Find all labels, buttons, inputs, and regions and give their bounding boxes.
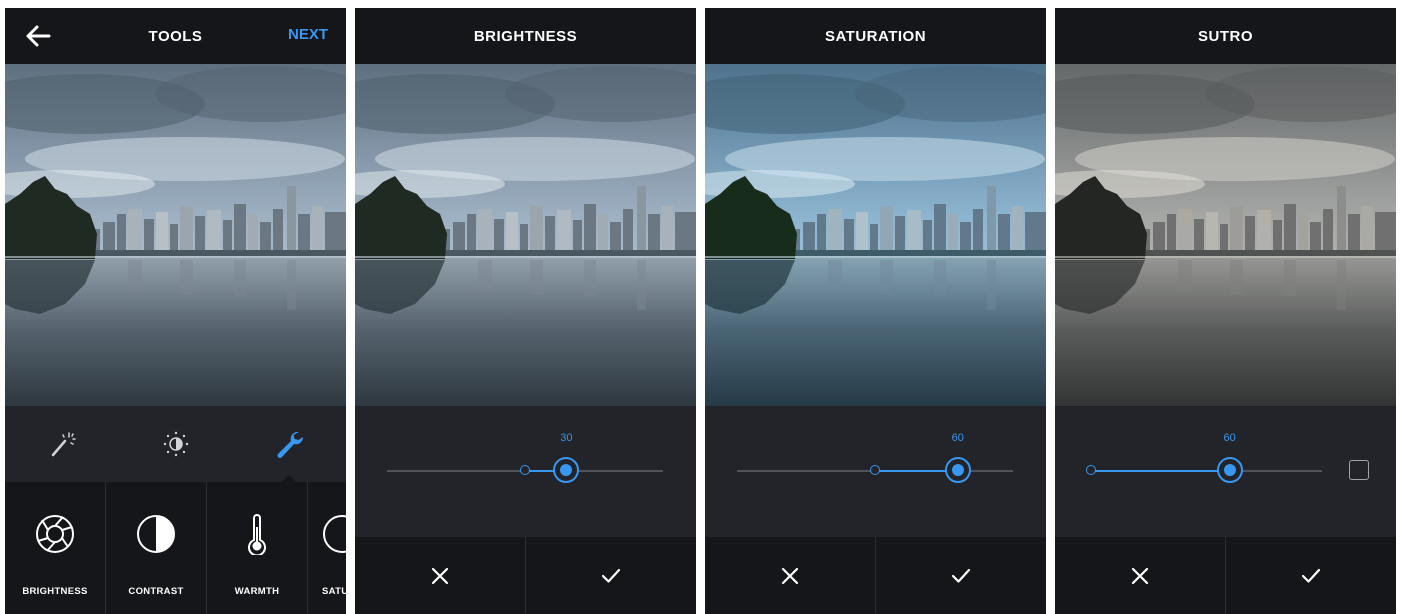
photo-preview [5, 64, 346, 406]
tab-adjust[interactable] [119, 406, 233, 482]
tool-label: SATU [322, 586, 346, 597]
action-bar [705, 537, 1046, 614]
photo-preview [1055, 64, 1396, 406]
brightness-screen: BRIGHTNESS 30 [355, 8, 696, 614]
filter-strength-slider[interactable]: 60 [1055, 406, 1396, 537]
brightness-slider[interactable]: 30 [355, 406, 696, 537]
wrench-icon [277, 431, 304, 458]
square-frame-icon[interactable] [1349, 460, 1369, 480]
tab-tools[interactable] [232, 406, 346, 482]
check-icon [601, 568, 621, 583]
confirm-button[interactable] [1225, 537, 1396, 614]
screen-title: BRIGHTNESS [473, 27, 578, 45]
action-bar [355, 537, 696, 614]
tool-label: CONTRAST [128, 586, 184, 597]
cancel-button[interactable] [355, 537, 525, 614]
tool-tabs [5, 406, 346, 482]
slider-knob[interactable] [944, 457, 971, 483]
confirm-button[interactable] [525, 537, 696, 614]
screen-title: SATURATION [824, 27, 927, 45]
slider-value: 60 [1223, 432, 1236, 444]
saturation-screen: SATURATION 60 [705, 8, 1046, 614]
tool-list: BRIGHTNESS CONTRAST WARMTH SATU [5, 482, 346, 614]
close-icon [1131, 567, 1149, 584]
top-bar: SATURATION [705, 8, 1046, 64]
tab-lux[interactable] [5, 406, 119, 482]
tool-contrast[interactable]: CONTRAST [106, 482, 207, 614]
top-bar: BRIGHTNESS [355, 8, 696, 64]
slider-value: 60 [951, 432, 964, 444]
aperture-icon [36, 515, 74, 553]
tool-label: WARMTH [234, 586, 280, 597]
sutro-filter-screen: SUTRO 60 [1055, 8, 1396, 614]
slider-knob[interactable] [553, 457, 580, 483]
slider-fill [1091, 470, 1230, 472]
action-bar [1055, 537, 1396, 614]
back-button[interactable] [23, 22, 53, 50]
photo-preview [705, 64, 1046, 406]
slider-origin [520, 465, 530, 475]
top-bar: TOOLS NEXT [5, 8, 346, 64]
half-circle-icon [137, 515, 175, 553]
sun-dial-icon [163, 431, 188, 457]
screen-title: TOOLS [148, 27, 203, 45]
cancel-button[interactable] [1055, 537, 1225, 614]
slider-origin [870, 465, 880, 475]
thermometer-icon [248, 514, 266, 555]
screen-title: SUTRO [1198, 27, 1253, 45]
close-icon [781, 567, 799, 584]
saturation-slider[interactable]: 60 [705, 406, 1046, 537]
confirm-button[interactable] [875, 537, 1046, 614]
top-bar: SUTRO [1055, 8, 1396, 64]
next-button[interactable]: NEXT [288, 26, 328, 43]
arrow-left-icon [26, 25, 51, 47]
slider-knob[interactable] [1216, 457, 1243, 483]
check-icon [1301, 568, 1321, 583]
tool-warmth[interactable]: WARMTH [207, 482, 308, 614]
slider-origin [1086, 465, 1096, 475]
slider-value: 30 [560, 432, 573, 444]
tool-brightness[interactable]: BRIGHTNESS [5, 482, 106, 614]
photo-preview [355, 64, 696, 406]
saturation-icon [323, 515, 346, 553]
magic-wand-icon [51, 432, 76, 457]
check-icon [951, 568, 971, 583]
tool-label: BRIGHTNESS [22, 586, 88, 597]
tool-saturation[interactable]: SATU [308, 482, 346, 614]
close-icon [431, 567, 449, 584]
cancel-button[interactable] [705, 537, 875, 614]
tools-screen: TOOLS NEXT BRIGHTNESS CONTRAST WARMTH SA… [5, 8, 346, 614]
